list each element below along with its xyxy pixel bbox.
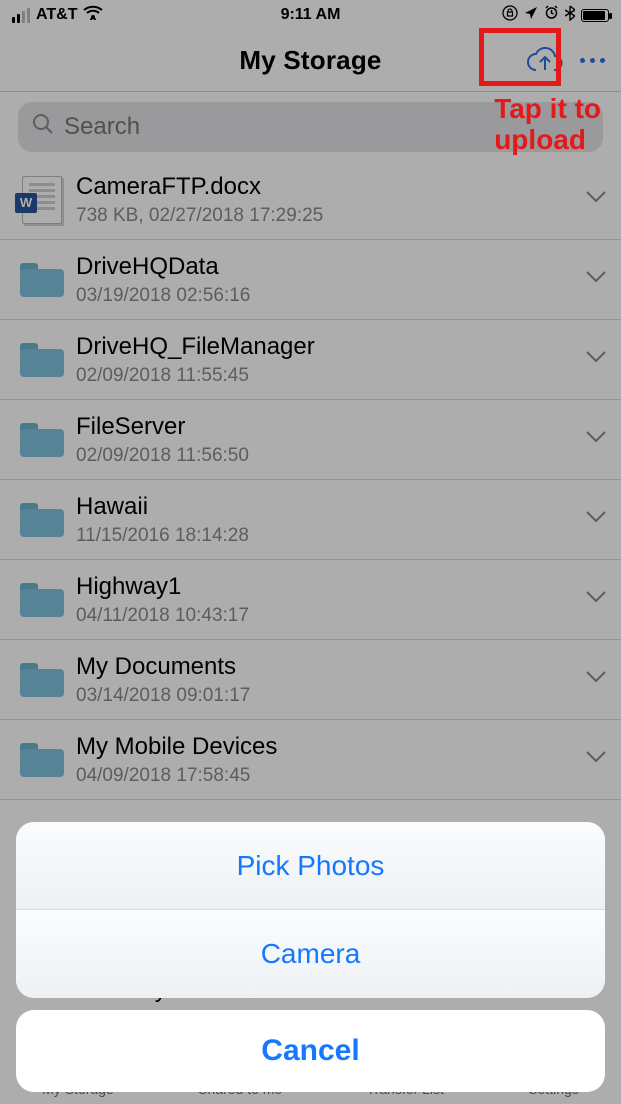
cancel-button[interactable]: Cancel [16, 1010, 605, 1092]
folder-icon [20, 343, 64, 377]
list-item[interactable]: DriveHQ_FileManager 02/09/2018 11:55:45 [0, 320, 621, 400]
item-subtitle: 03/19/2018 02:56:16 [76, 285, 571, 307]
action-sheet: Pick Photos Camera Cancel [0, 822, 621, 1104]
status-bar: AT&T 9:11 AM [0, 0, 621, 30]
item-subtitle: 738 KB, 02/27/2018 17:29:25 [76, 205, 571, 227]
item-subtitle: 03/14/2018 09:01:17 [76, 685, 571, 707]
chevron-down-icon[interactable] [571, 590, 621, 609]
word-document-icon: W [22, 176, 62, 224]
list-item[interactable]: My Mobile Devices 04/09/2018 17:58:45 [0, 720, 621, 800]
action-camera[interactable]: Camera [16, 910, 605, 998]
list-item[interactable]: FileServer 02/09/2018 11:56:50 [0, 400, 621, 480]
item-title: FileServer [76, 413, 571, 441]
folder-icon [20, 263, 64, 297]
item-subtitle: 04/11/2018 10:43:17 [76, 605, 571, 627]
item-title: My Mobile Devices [76, 733, 571, 761]
chevron-down-icon[interactable] [571, 430, 621, 449]
folder-icon [20, 423, 64, 457]
list-item[interactable]: W CameraFTP.docx 738 KB, 02/27/2018 17:2… [0, 160, 621, 240]
folder-icon [20, 663, 64, 697]
annotation-text: Tap it toupload [494, 94, 601, 156]
battery-icon [581, 9, 609, 22]
item-title: CameraFTP.docx [76, 173, 571, 201]
list-item[interactable]: Hawaii 11/15/2016 18:14:28 [0, 480, 621, 560]
chevron-down-icon[interactable] [571, 510, 621, 529]
chevron-down-icon[interactable] [571, 270, 621, 289]
annotation-box [479, 28, 561, 86]
nav-header: My Storage Tap it toupload [0, 30, 621, 92]
item-title: DriveHQData [76, 253, 571, 281]
search-icon [32, 113, 54, 142]
item-subtitle: 02/09/2018 11:56:50 [76, 445, 571, 467]
item-title: My Documents [76, 653, 571, 681]
item-subtitle: 02/09/2018 11:55:45 [76, 365, 571, 387]
more-menu-button[interactable] [580, 58, 605, 63]
list-item[interactable]: My Documents 03/14/2018 09:01:17 [0, 640, 621, 720]
status-time: 9:11 AM [0, 6, 621, 24]
chevron-down-icon[interactable] [571, 670, 621, 689]
file-list: W CameraFTP.docx 738 KB, 02/27/2018 17:2… [0, 160, 621, 800]
item-title: DriveHQ_FileManager [76, 333, 571, 361]
item-subtitle: 04/09/2018 17:58:45 [76, 765, 571, 787]
list-item[interactable]: Highway1 04/11/2018 10:43:17 [0, 560, 621, 640]
item-subtitle: 11/15/2016 18:14:28 [76, 525, 571, 547]
list-item[interactable]: DriveHQData 03/19/2018 02:56:16 [0, 240, 621, 320]
page-title: My Storage [239, 45, 381, 76]
folder-icon [20, 503, 64, 537]
chevron-down-icon[interactable] [571, 750, 621, 769]
action-pick-photos[interactable]: Pick Photos [16, 822, 605, 910]
chevron-down-icon[interactable] [571, 350, 621, 369]
chevron-down-icon[interactable] [571, 190, 621, 209]
item-title: Hawaii [76, 493, 571, 521]
folder-icon [20, 583, 64, 617]
folder-icon [20, 743, 64, 777]
item-title: Highway1 [76, 573, 571, 601]
